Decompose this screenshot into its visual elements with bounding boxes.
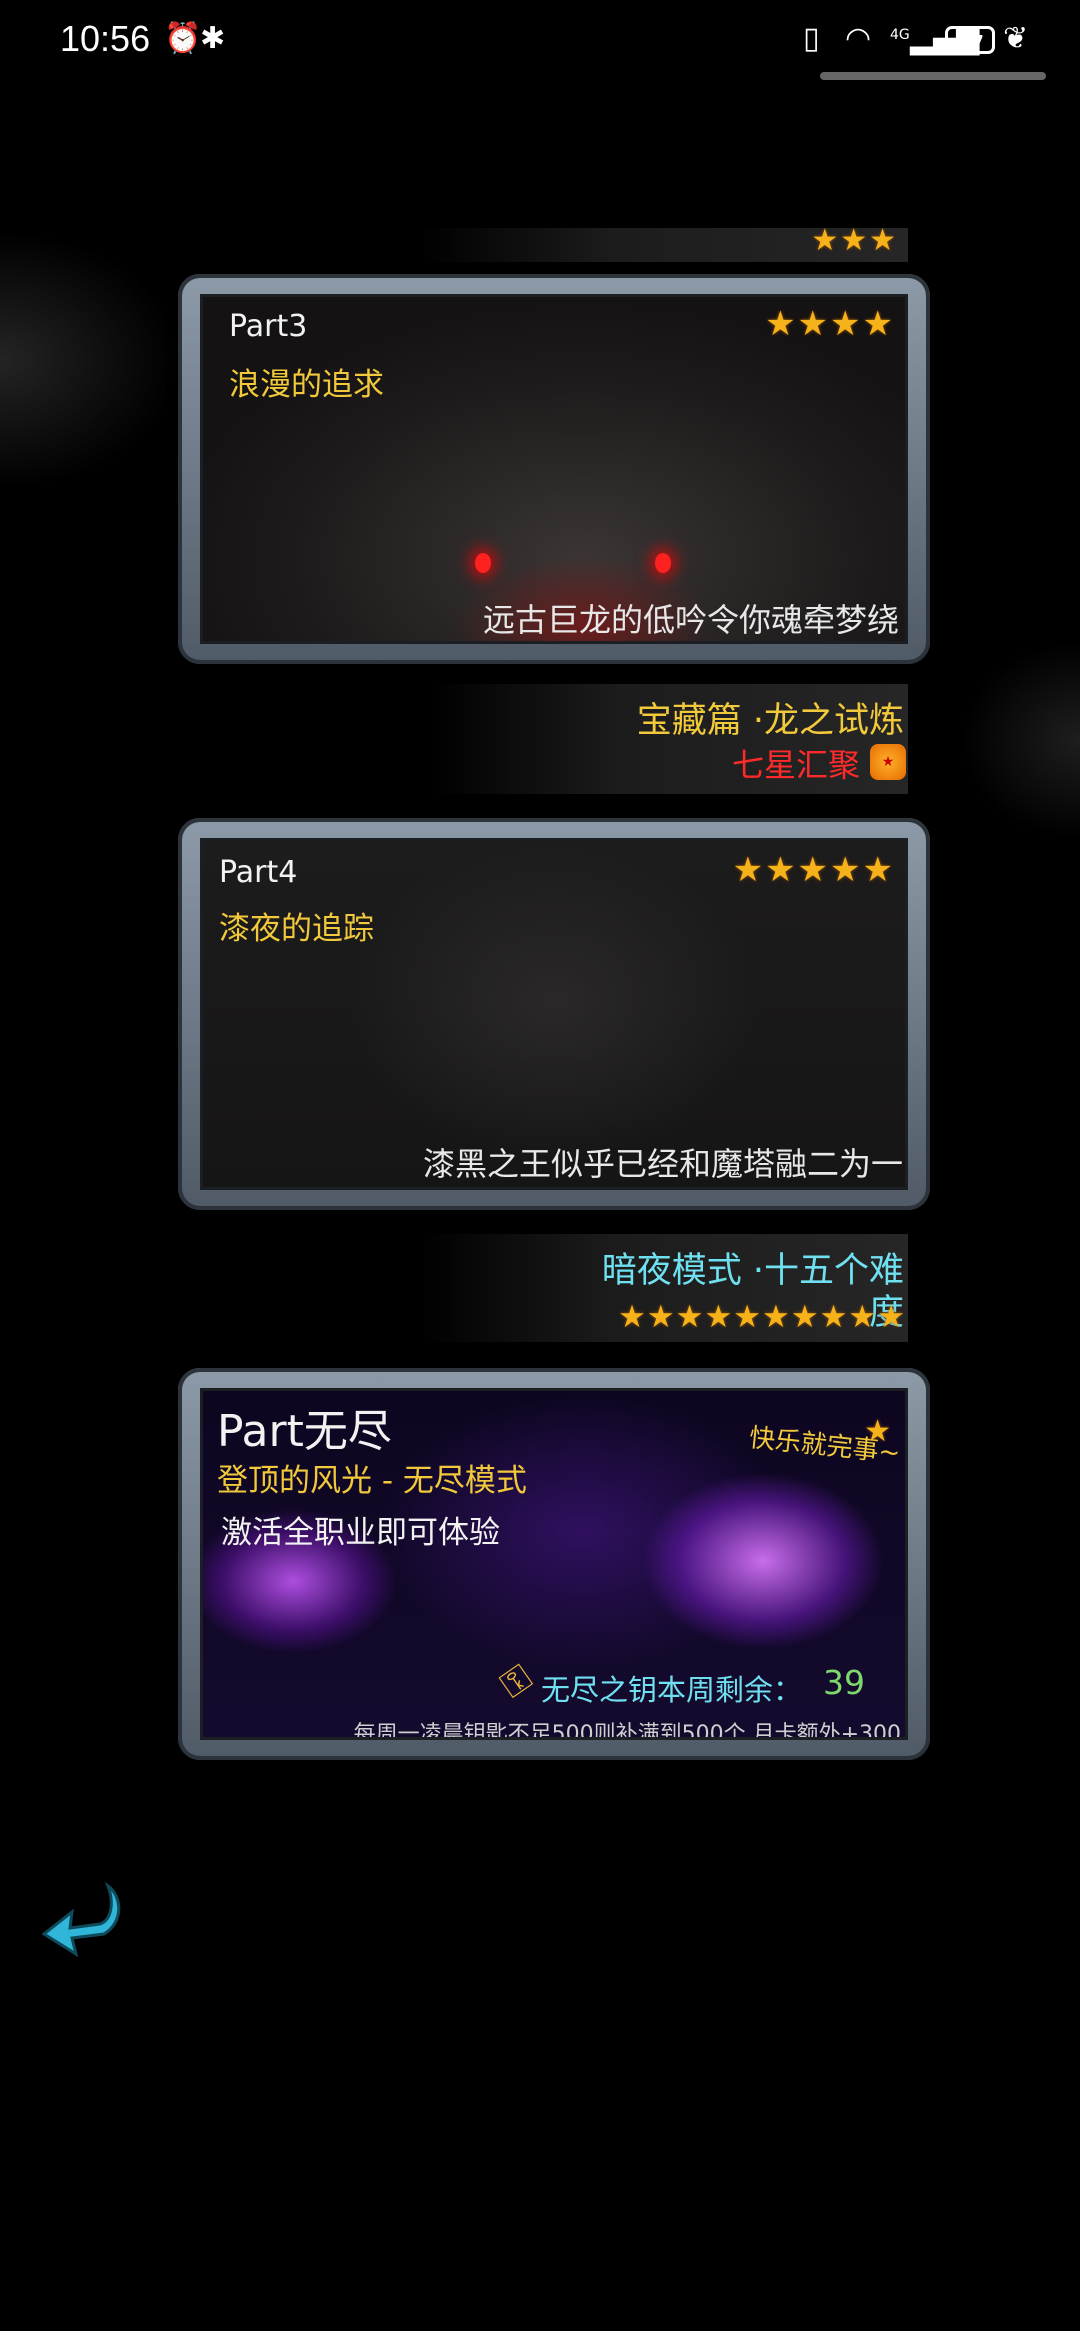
part3-label: Part3 — [229, 309, 308, 344]
dark-mode-title-line1: 暗夜模式 ·十五个难 — [601, 1251, 904, 1291]
endless-reset-note: 每周一凌晨钥匙不足500则补满到500个,月卡额外+300 — [353, 1722, 901, 1740]
endless-unlock-text: 激活全职业即可体验 — [221, 1515, 500, 1551]
wifi-icon: ◠ — [845, 21, 872, 56]
back-button[interactable] — [38, 1878, 128, 1968]
dragon-ball-icon: ★ — [870, 744, 906, 780]
dragon-eye-right — [655, 553, 671, 573]
previous-strip[interactable]: ★★★ — [420, 224, 908, 262]
alarm-icon: ⏰ — [164, 21, 202, 56]
treasure-strip[interactable]: 宝藏篇 ·龙之试炼 七星汇聚 ★ — [430, 684, 908, 794]
bluetooth-icon: ✱ — [200, 21, 226, 56]
part3-artwork: Part3 浪漫的追求 ★★★★ 远古巨龙的低吟令你魂牵梦绕 — [200, 294, 908, 644]
part4-label: Part4 — [219, 855, 298, 890]
part4-card[interactable]: Part4 漆夜的追踪 ★★★★★ 漆黑之王似乎已经和魔塔融二为一 — [178, 818, 930, 1210]
endless-key-label: 无尽之钥本周剩余： — [541, 1673, 803, 1707]
dark-mode-stars: ★★★★★★★★★★ — [618, 1299, 906, 1335]
endless-card[interactable]: Part无尽 登顶的风光 - 无尽模式 激活全职业即可体验 快乐就完事~ ★ ⚿… — [178, 1368, 930, 1760]
part4-title: 漆夜的追踪 — [219, 911, 374, 947]
top-indicator-bar — [820, 72, 1046, 80]
part3-title: 浪漫的追求 — [229, 367, 384, 403]
dragon-eye-left — [475, 553, 491, 573]
part3-card[interactable]: Part3 浪漫的追求 ★★★★ 远古巨龙的低吟令你魂牵梦绕 — [178, 274, 930, 664]
treasure-subtitle: 七星汇聚 — [731, 746, 860, 784]
dark-mode-strip[interactable]: 暗夜模式 ·十五个难 度 ★★★★★★★★★★ — [420, 1234, 908, 1342]
previous-strip-stars: ★★★ — [811, 223, 898, 258]
part4-artwork: Part4 漆夜的追踪 ★★★★★ 漆黑之王似乎已经和魔塔融二为一 — [200, 838, 908, 1190]
network-type: 4G — [890, 27, 910, 43]
battery-indicator: 67 — [945, 26, 995, 55]
endless-title: 登顶的风光 - 无尽模式 — [217, 1463, 527, 1499]
back-arrow-icon — [41, 1881, 121, 1958]
part4-stars: ★★★★★ — [732, 850, 895, 890]
key-icon: ⚿ — [493, 1656, 540, 1707]
endless-star: ★ — [864, 1414, 893, 1449]
part3-stars: ★★★★ — [765, 304, 895, 344]
status-bar: 10:56 ⏰ ✱ ▯ ◠ 4G ▂▄▆ 67 ❦ — [0, 0, 1080, 80]
endless-key-count: 39 — [823, 1663, 865, 1702]
treasure-title: 宝藏篇 ·龙之试炼 — [636, 701, 904, 741]
clock: 10:56 — [60, 18, 151, 59]
part4-description: 漆黑之王似乎已经和魔塔融二为一 — [422, 1145, 903, 1183]
side-shadow-left — [0, 230, 180, 490]
leaf-icon: ❦ — [1003, 21, 1029, 56]
endless-label: Part无尽 — [217, 1406, 392, 1457]
part3-description: 远古巨龙的低吟令你魂牵梦绕 — [482, 601, 899, 639]
vibrate-icon: ▯ — [803, 21, 820, 56]
endless-artwork: Part无尽 登顶的风光 - 无尽模式 激活全职业即可体验 快乐就完事~ ★ ⚿… — [200, 1388, 908, 1740]
side-shadow-right — [960, 640, 1080, 840]
